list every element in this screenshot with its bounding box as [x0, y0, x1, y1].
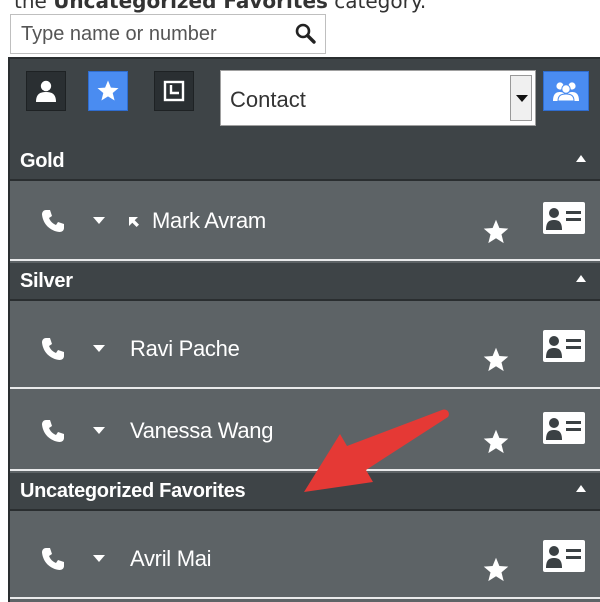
category-header-silver[interactable]: Silver: [10, 263, 600, 301]
contact-card-icon[interactable]: [542, 329, 586, 363]
category-title: Gold: [20, 150, 65, 172]
contact-row[interactable]: Ravi Pache: [10, 309, 600, 389]
contact-row[interactable]: Avril Mai: [10, 519, 600, 599]
favorites-view-button[interactable]: [88, 71, 128, 111]
category-header-uncategorized-favorites[interactable]: Uncategorized Favorites: [10, 473, 600, 511]
group-contacts-button[interactable]: [543, 71, 589, 111]
contact-row[interactable]: Vanessa Wang: [10, 391, 600, 471]
phone-icon[interactable]: [40, 336, 66, 362]
contact-name[interactable]: Avril Mai: [130, 546, 212, 572]
contact-type-selected: Contact: [230, 87, 306, 112]
search-icon[interactable]: [295, 23, 317, 45]
contact-type-select[interactable]: Contact: [220, 70, 536, 126]
chevron-up-icon[interactable]: [576, 485, 586, 493]
chevron-up-icon[interactable]: [576, 155, 586, 163]
category-title: Silver: [20, 270, 73, 292]
contact-row[interactable]: Mark Avram: [10, 181, 600, 261]
contact-name[interactable]: Mark Avram: [152, 208, 266, 234]
category-title: Uncategorized Favorites: [20, 480, 246, 502]
phone-icon[interactable]: [40, 418, 66, 444]
caret-down-icon[interactable]: [93, 427, 105, 435]
caret-down-icon[interactable]: [93, 345, 105, 353]
phone-icon[interactable]: [40, 208, 66, 234]
contact-name[interactable]: Ravi Pache: [130, 336, 240, 362]
star-icon[interactable]: [482, 428, 510, 456]
recent-history-icon: [163, 80, 185, 102]
page-caption: the Uncategorized Favorites category.: [14, 0, 426, 13]
chevron-up-icon[interactable]: [576, 275, 586, 283]
contacts-view-button[interactable]: [26, 71, 66, 111]
caret-down-icon[interactable]: [93, 555, 105, 563]
star-icon: [97, 80, 119, 101]
toolbar: Contact: [10, 59, 600, 143]
arrow-up-left-icon: [129, 217, 139, 227]
star-icon[interactable]: [482, 218, 510, 246]
contact-card-icon[interactable]: [542, 539, 586, 573]
group-contacts-icon: [553, 82, 579, 102]
search-input[interactable]: [11, 15, 291, 53]
contact-card-icon[interactable]: [542, 201, 586, 235]
star-icon[interactable]: [482, 556, 510, 584]
recent-view-button[interactable]: [154, 71, 194, 111]
contact-name[interactable]: Vanessa Wang: [130, 418, 273, 444]
caret-down-icon[interactable]: [93, 217, 105, 225]
chevron-down-icon[interactable]: [510, 75, 532, 121]
star-icon[interactable]: [482, 346, 510, 374]
category-header-gold[interactable]: Gold: [10, 143, 600, 181]
caption-prefix: the: [14, 0, 54, 13]
caption-bold: Uncategorized Favorites: [53, 0, 328, 13]
contacts-panel: Contact Gold Mark Avram Silver Ravi Pach…: [8, 57, 600, 602]
person-icon: [36, 80, 56, 102]
phone-icon[interactable]: [40, 546, 66, 572]
search-box: [10, 14, 326, 54]
contact-card-icon[interactable]: [542, 411, 586, 445]
caption-suffix: category.: [327, 0, 427, 13]
